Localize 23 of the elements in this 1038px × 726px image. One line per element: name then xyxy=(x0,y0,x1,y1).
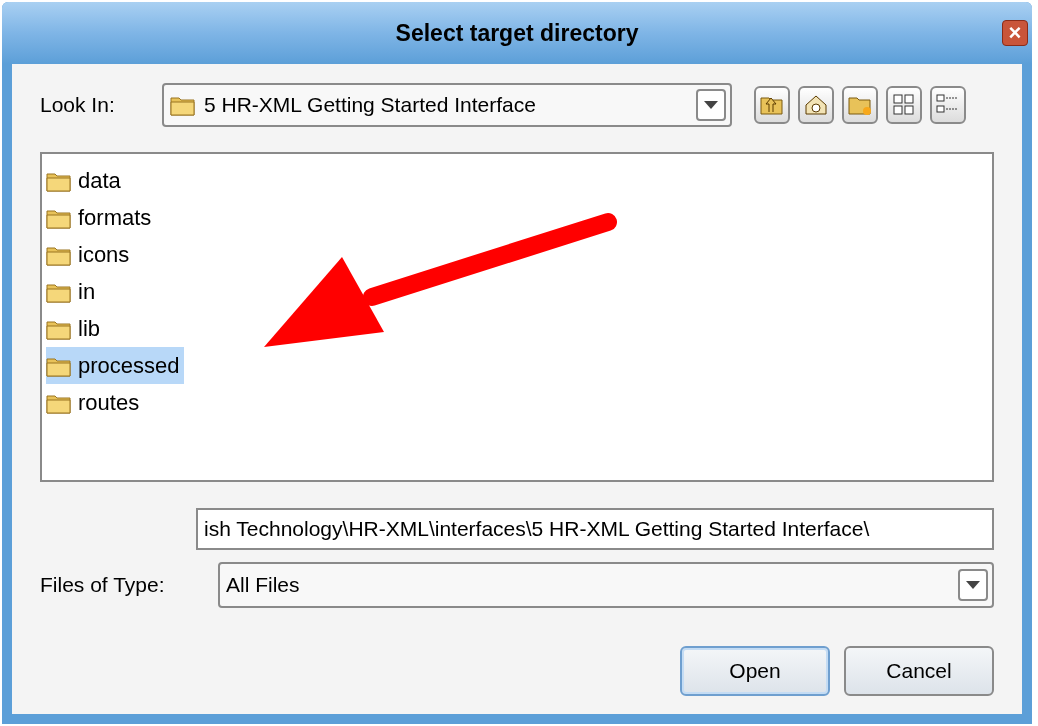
window-title: Select target directory xyxy=(395,18,639,48)
file-type-label: Files of Type: xyxy=(40,572,166,599)
open-button[interactable]: Open xyxy=(680,646,830,696)
up-folder-button[interactable] xyxy=(754,86,790,124)
folder-item[interactable]: icons xyxy=(46,236,134,273)
file-type-dropdown[interactable]: All Files xyxy=(218,562,994,608)
list-view-button[interactable] xyxy=(886,86,922,124)
folder-item[interactable]: lib xyxy=(46,310,104,347)
look-in-label: Look In: xyxy=(40,92,116,119)
close-button[interactable]: × xyxy=(1002,20,1028,46)
folder-item[interactable]: formats xyxy=(46,199,156,236)
new-folder-button[interactable] xyxy=(842,86,878,124)
folder-item[interactable]: processed xyxy=(46,347,184,384)
cancel-button[interactable]: Cancel xyxy=(844,646,994,696)
home-button[interactable] xyxy=(798,86,834,124)
look-in-dropdown[interactable]: 5 HR-XML Getting Started Interface xyxy=(162,83,732,127)
file-name-field[interactable]: ish Technology\HR-XML\interfaces\5 HR-XML Getting Started Interface\ xyxy=(196,508,994,550)
list-view-icon xyxy=(891,92,917,118)
folder-item[interactable]: data xyxy=(46,162,125,199)
folder-icon xyxy=(170,94,196,116)
folder-item[interactable]: routes xyxy=(46,384,144,421)
folder-item[interactable]: in xyxy=(46,273,100,310)
details-view-button[interactable] xyxy=(930,86,966,124)
